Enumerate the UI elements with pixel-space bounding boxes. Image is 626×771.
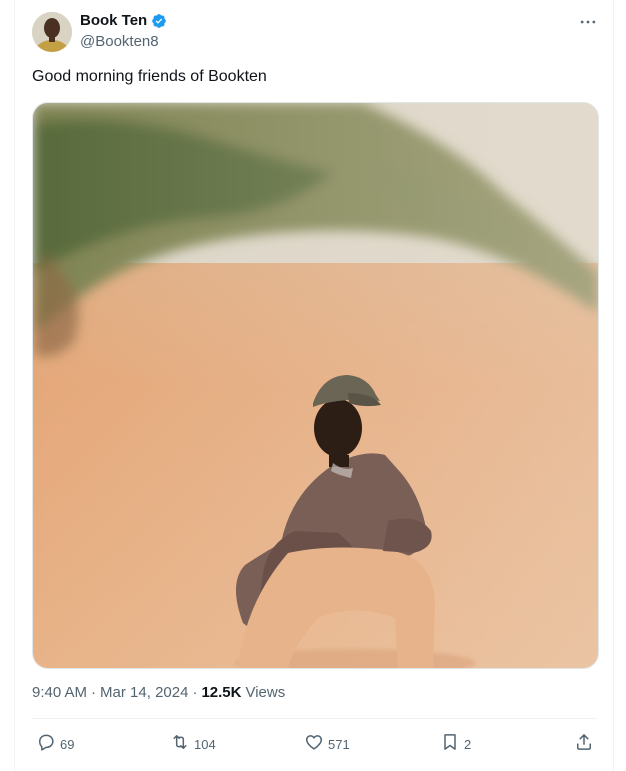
like-count: 571 bbox=[328, 736, 350, 752]
retweet-icon bbox=[170, 732, 190, 757]
tweet-time[interactable]: 9:40 AM bbox=[32, 684, 87, 701]
author-name-row: Book Ten bbox=[80, 12, 167, 29]
more-icon[interactable] bbox=[578, 12, 598, 32]
divider bbox=[32, 718, 597, 719]
share-icon bbox=[574, 732, 594, 757]
frame-border-left bbox=[14, 0, 15, 771]
retweet-count: 104 bbox=[194, 736, 216, 752]
tweet-date[interactable]: Mar 14, 2024 bbox=[100, 684, 188, 701]
views-label: Views bbox=[245, 684, 286, 701]
tweet-photo[interactable] bbox=[32, 102, 599, 669]
reply-icon bbox=[36, 732, 56, 757]
retweet-button[interactable]: 104 bbox=[170, 732, 216, 756]
author-handle[interactable]: @Bookten8 bbox=[80, 33, 159, 50]
verified-badge-icon bbox=[151, 13, 167, 29]
avatar[interactable] bbox=[32, 12, 72, 52]
bookmark-button[interactable]: 2 bbox=[440, 732, 471, 756]
frame-border-right bbox=[613, 0, 614, 771]
tweet-meta: 9:40 AM · Mar 14, 2024 · 12.5K Views bbox=[32, 684, 285, 701]
like-button[interactable]: 571 bbox=[304, 732, 350, 756]
tweet-text: Good morning friends of Bookten bbox=[32, 68, 267, 85]
reply-count: 69 bbox=[60, 736, 75, 752]
bookmark-icon bbox=[440, 732, 460, 757]
display-name[interactable]: Book Ten bbox=[80, 12, 147, 29]
bookmark-count: 2 bbox=[464, 736, 472, 752]
action-bar: 69 104 571 2 bbox=[32, 732, 597, 756]
views-count[interactable]: 12.5K bbox=[201, 684, 241, 701]
share-button[interactable] bbox=[574, 732, 594, 756]
reply-button[interactable]: 69 bbox=[36, 732, 74, 756]
meta-separator: · bbox=[91, 684, 97, 701]
like-icon bbox=[304, 732, 324, 757]
meta-separator: · bbox=[192, 684, 198, 701]
